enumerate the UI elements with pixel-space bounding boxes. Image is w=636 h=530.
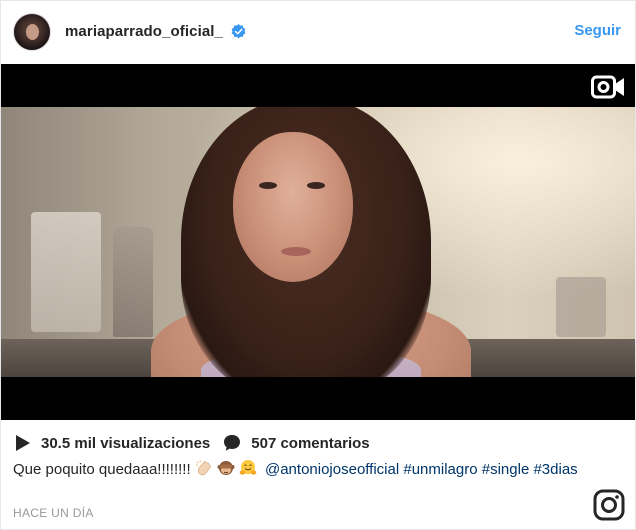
- hugging-face-emoji: [239, 460, 257, 475]
- background-bottle: [113, 227, 153, 337]
- subject-face: [233, 132, 353, 282]
- hashtag-link[interactable]: #single: [482, 461, 530, 478]
- post-stats: 30.5 mil visualizaciones 507 comentarios: [15, 433, 370, 453]
- video-frame: [1, 107, 635, 377]
- caption-text: Que poquito quedaaa!!!!!!!!: [13, 461, 191, 478]
- background-appliance: [31, 212, 101, 332]
- video-camera-icon: [591, 75, 624, 99]
- comment-bubble-icon: [224, 435, 241, 451]
- post-caption: Que poquito quedaaa!!!!!!!! @antoniojose…: [13, 459, 588, 480]
- play-icon: [16, 435, 30, 451]
- clapping-hands-emoji: [195, 460, 211, 476]
- instagram-logo-icon[interactable]: [593, 489, 625, 521]
- follow-button[interactable]: Seguir: [574, 22, 621, 39]
- subject-lips: [281, 247, 311, 256]
- mention-link[interactable]: @antoniojoseofficial: [265, 461, 399, 478]
- verified-badge-icon: [231, 24, 246, 39]
- hashtag-link[interactable]: #3dias: [533, 461, 577, 478]
- video-player[interactable]: [1, 64, 635, 420]
- view-count[interactable]: 30.5 mil visualizaciones: [41, 435, 210, 452]
- post-header: mariaparrado_oficial_ Seguir: [1, 1, 635, 64]
- instagram-embed-card: mariaparrado_oficial_ Seguir 30.5 mil vi…: [0, 0, 636, 530]
- see-no-evil-monkey-emoji: [217, 461, 235, 475]
- hashtag-link[interactable]: #unmilagro: [403, 461, 477, 478]
- subject-eye-left: [259, 182, 277, 189]
- comment-count[interactable]: 507 comentarios: [251, 435, 369, 452]
- subject-eye-right: [307, 182, 325, 189]
- post-timestamp[interactable]: HACE UN DÍA: [13, 506, 94, 520]
- avatar[interactable]: [13, 13, 51, 51]
- username-link[interactable]: mariaparrado_oficial_: [65, 23, 223, 40]
- background-object: [556, 277, 606, 337]
